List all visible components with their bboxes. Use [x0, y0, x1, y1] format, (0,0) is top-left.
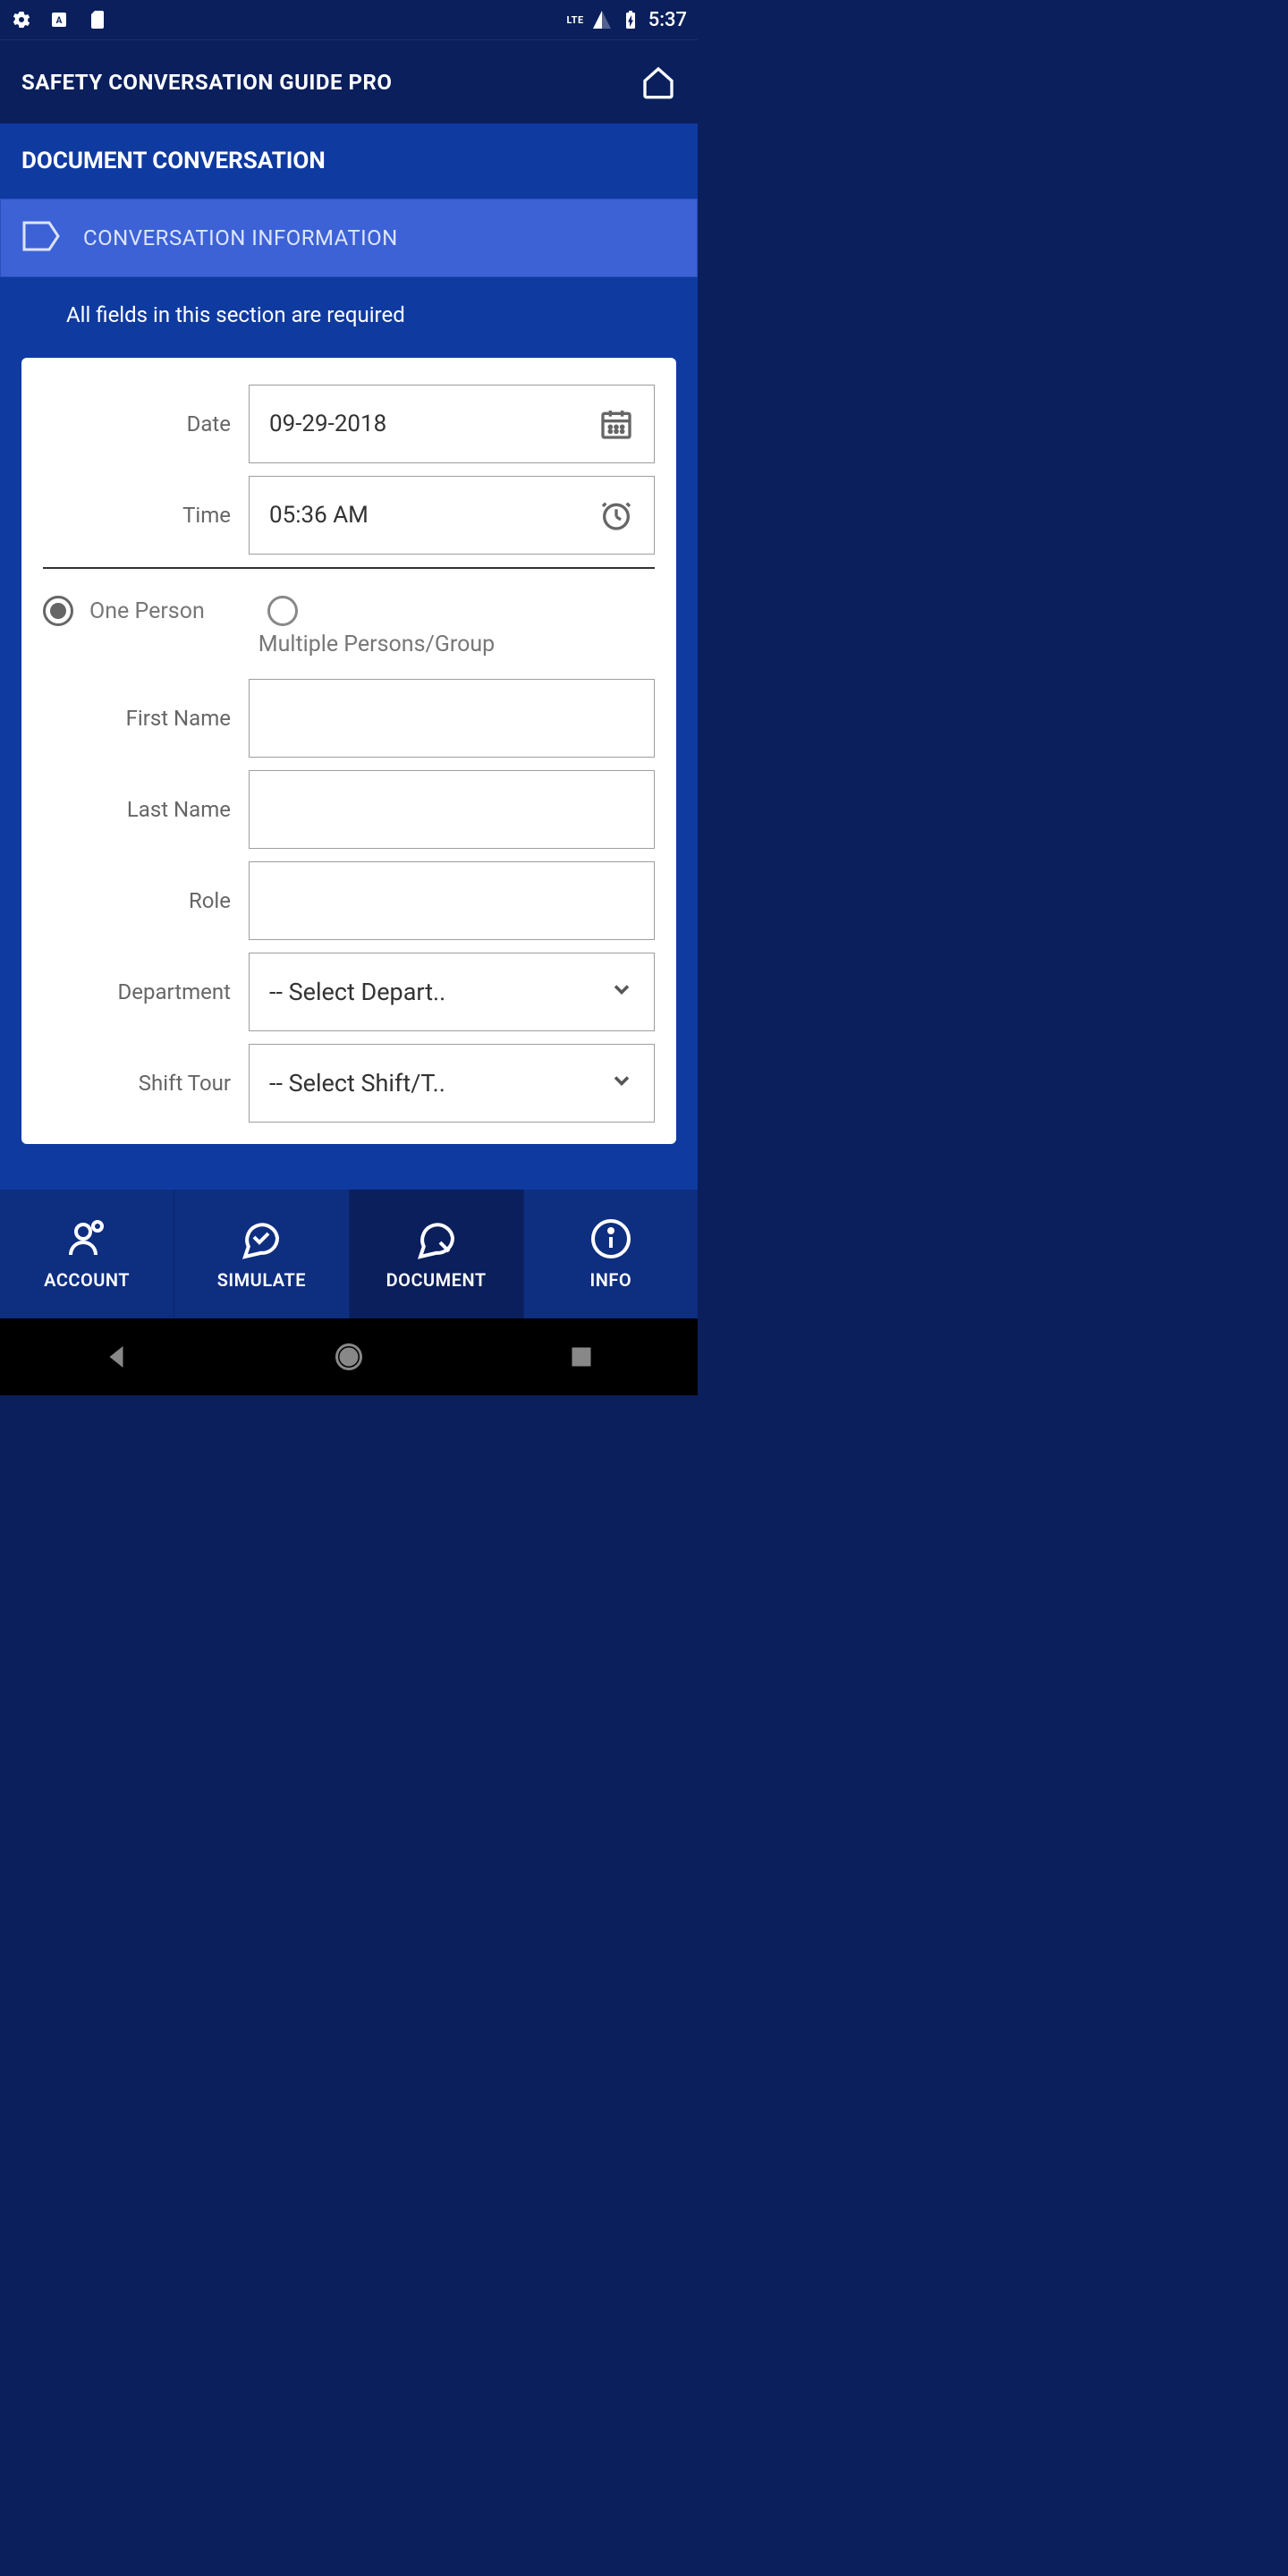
- content-area: All fields in this section are required …: [0, 277, 698, 1190]
- time-value: 05:36 AM: [269, 502, 369, 529]
- android-nav-bar: [0, 1318, 698, 1395]
- role-input[interactable]: [249, 861, 655, 940]
- first-name-input[interactable]: [249, 679, 655, 758]
- nav-recent[interactable]: [565, 1341, 597, 1373]
- department-label: Department: [43, 979, 249, 1004]
- settings-icon: [11, 9, 32, 30]
- divider: [43, 567, 655, 569]
- department-select[interactable]: -- Select Depart..: [249, 953, 655, 1031]
- tab-account[interactable]: ACCOUNT: [0, 1190, 174, 1318]
- section-title: CONVERSATION INFORMATION: [83, 225, 398, 250]
- status-bar: A LTE 5:37: [0, 0, 698, 39]
- home-button[interactable]: [640, 64, 676, 100]
- date-label: Date: [43, 411, 249, 436]
- svg-text:A: A: [56, 16, 63, 26]
- bottom-tabs: ACCOUNT SIMULATE DOCUMENT INFO: [0, 1190, 698, 1318]
- language-icon: A: [48, 9, 70, 30]
- date-input[interactable]: 09-29-2018: [249, 385, 655, 463]
- tab-info[interactable]: INFO: [524, 1190, 698, 1318]
- simulate-icon: [240, 1217, 283, 1260]
- calendar-icon: [598, 406, 634, 442]
- person-type-radio-group: One Person Multiple Persons/Group: [43, 589, 655, 679]
- form-card: Date 09-29-2018 Time 05:36 AM: [21, 358, 676, 1144]
- tab-simulate[interactable]: SIMULATE: [174, 1190, 349, 1318]
- time-input[interactable]: 05:36 AM: [249, 476, 655, 555]
- nav-home[interactable]: [333, 1341, 365, 1373]
- tab-document-label: DOCUMENT: [386, 1269, 487, 1291]
- nav-back[interactable]: [100, 1341, 132, 1373]
- signal-icon: [591, 9, 613, 30]
- app-bar: SAFETY CONVERSATION GUIDE PRO: [0, 39, 698, 123]
- department-placeholder: -- Select Depart..: [269, 978, 445, 1006]
- status-time: 5:37: [648, 9, 687, 31]
- radio-multiple-persons[interactable]: Multiple Persons/Group: [258, 596, 495, 657]
- lte-indicator: LTE: [566, 14, 583, 26]
- date-value: 09-29-2018: [269, 411, 386, 437]
- radio-one-person[interactable]: One Person: [43, 596, 205, 626]
- radio-multi-label: Multiple Persons/Group: [258, 631, 495, 657]
- tab-account-label: ACCOUNT: [44, 1269, 130, 1291]
- tab-simulate-label: SIMULATE: [217, 1269, 306, 1291]
- last-name-input[interactable]: [249, 770, 655, 849]
- tab-info-label: INFO: [590, 1269, 632, 1291]
- radio-one-label: One Person: [89, 598, 205, 624]
- time-label: Time: [43, 503, 249, 528]
- info-icon: [589, 1217, 632, 1260]
- document-icon: [415, 1217, 458, 1260]
- shift-select[interactable]: -- Select Shift/T..: [249, 1044, 655, 1123]
- shift-placeholder: -- Select Shift/T..: [269, 1069, 445, 1097]
- page-title: DOCUMENT CONVERSATION: [21, 148, 326, 174]
- page-header: DOCUMENT CONVERSATION: [0, 123, 698, 199]
- first-name-label: First Name: [43, 706, 249, 731]
- section-banner[interactable]: CONVERSATION INFORMATION: [0, 199, 698, 277]
- shift-label: Shift Tour: [43, 1071, 249, 1096]
- chevron-down-icon: [609, 977, 634, 1008]
- clock-icon: [598, 497, 634, 533]
- helper-text: All fields in this section are required: [21, 277, 676, 358]
- app-title: SAFETY CONVERSATION GUIDE PRO: [21, 70, 392, 95]
- tag-icon: [22, 221, 62, 255]
- role-label: Role: [43, 888, 249, 913]
- account-icon: [65, 1217, 108, 1260]
- sd-card-icon: [86, 9, 107, 30]
- last-name-label: Last Name: [43, 797, 249, 822]
- tab-document[interactable]: DOCUMENT: [350, 1190, 524, 1318]
- battery-charging-icon: [620, 9, 641, 30]
- chevron-down-icon: [609, 1068, 634, 1099]
